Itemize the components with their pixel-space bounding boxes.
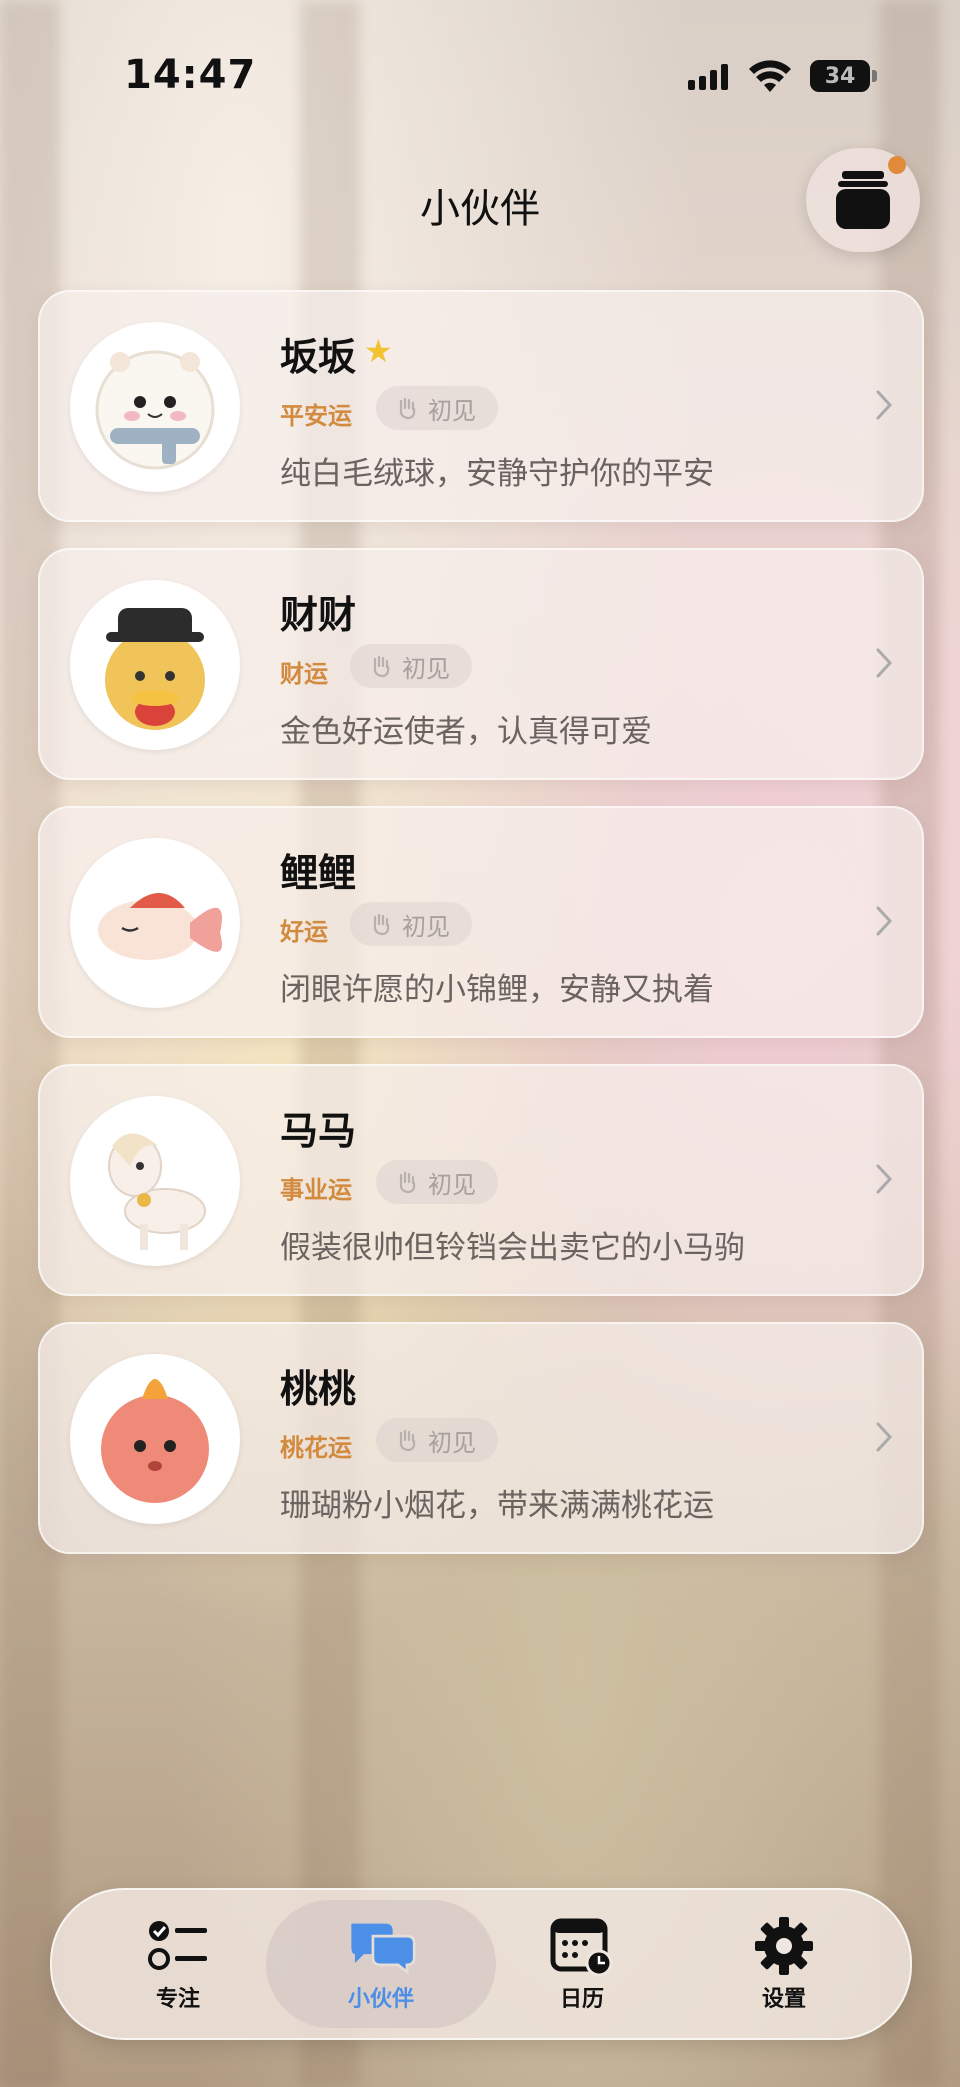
tab-calendar[interactable]: 日历	[482, 1890, 682, 2038]
tab-label: 小伙伴	[347, 1987, 414, 2012]
checklist-icon	[148, 1921, 207, 1970]
chevron-right-icon	[876, 648, 893, 678]
companion-name: 桃桃	[280, 1367, 357, 1411]
companion-card[interactable]: 财财 财运 初见 金色好运使者，认真得可爱	[38, 548, 924, 780]
notification-dot	[888, 156, 906, 174]
tab-bar: 专注 小伙伴 日历 设置	[50, 1888, 912, 2040]
status-bar: 14:47 34	[0, 0, 960, 150]
chevron-right-icon	[876, 390, 893, 420]
stage-badge: 初见	[350, 902, 472, 946]
wave-hand-icon	[373, 655, 390, 678]
tab-label: 专注	[155, 1987, 200, 2012]
companion-card[interactable]: 鲤鲤 好运 初见 闭眼许愿的小锦鲤，安静又执着	[38, 806, 924, 1038]
companion-description: 假装很帅但铃铛会出卖它的小马驹	[280, 1230, 745, 1266]
tab-focus[interactable]: 专注	[78, 1890, 278, 2038]
gear-icon	[755, 1917, 813, 1975]
jar-button[interactable]	[806, 148, 920, 252]
stage-badge: 初见	[376, 386, 498, 430]
wave-hand-icon	[373, 913, 390, 936]
stage-badge: 初见	[376, 1418, 498, 1462]
wave-hand-icon	[399, 397, 416, 420]
luck-type: 平安运	[280, 402, 352, 430]
battery-icon: 34	[810, 60, 870, 92]
stage-label: 初见	[428, 1428, 476, 1457]
chevron-right-icon	[876, 1422, 893, 1452]
companion-name: 财财	[280, 593, 357, 637]
companion-description: 金色好运使者，认真得可爱	[280, 714, 652, 750]
chevron-right-icon	[876, 906, 893, 936]
calendar-clock-icon	[550, 1918, 613, 1977]
luck-type: 桃花运	[280, 1434, 352, 1462]
companion-description: 纯白毛绒球，安静守护你的平安	[280, 456, 714, 492]
wave-hand-icon	[399, 1171, 416, 1194]
companion-card[interactable]: 桃桃 桃花运 初见 珊瑚粉小烟花，带来满满桃花运	[38, 1322, 924, 1554]
stage-label: 初见	[428, 1170, 476, 1199]
companion-avatar	[70, 322, 240, 492]
cellular-signal-icon	[688, 64, 728, 90]
wave-hand-icon	[399, 1429, 416, 1452]
companion-card[interactable]: 马马 事业运 初见 假装很帅但铃铛会出卖它的小马驹	[38, 1064, 924, 1296]
luck-type: 好运	[280, 918, 328, 946]
tab-label: 日历	[559, 1987, 604, 2012]
stage-label: 初见	[428, 396, 476, 425]
companion-avatar	[70, 838, 240, 1008]
chevron-right-icon	[876, 1164, 893, 1194]
companion-name: 鲤鲤	[280, 851, 357, 895]
stage-label: 初见	[402, 912, 450, 941]
stage-badge: 初见	[376, 1160, 498, 1204]
luck-type: 财运	[280, 660, 328, 688]
companion-card[interactable]: 坂坂 ★ 平安运 初见 纯白毛绒球，安静守护你的平安	[38, 290, 924, 522]
stage-badge: 初见	[350, 644, 472, 688]
companion-description: 闭眼许愿的小锦鲤，安静又执着	[280, 972, 714, 1008]
tab-label: 设置	[761, 1987, 806, 2012]
battery-tip	[872, 70, 877, 82]
companion-description: 珊瑚粉小烟花，带来满满桃花运	[280, 1488, 714, 1524]
chat-bubbles-icon	[351, 1923, 416, 1975]
tab-settings[interactable]: 设置	[684, 1890, 884, 2038]
companion-name: 马马	[280, 1109, 357, 1153]
tab-companions[interactable]: 小伙伴	[281, 1890, 481, 2038]
status-time: 14:47	[124, 52, 257, 98]
star-icon: ★	[364, 332, 393, 370]
companion-avatar	[70, 580, 240, 750]
jar-icon	[836, 171, 890, 229]
stage-label: 初见	[402, 654, 450, 683]
companion-avatar	[70, 1354, 240, 1524]
companion-avatar	[70, 1096, 240, 1266]
wifi-icon	[749, 60, 791, 92]
luck-type: 事业运	[280, 1176, 352, 1204]
companion-name: 坂坂	[280, 335, 357, 379]
